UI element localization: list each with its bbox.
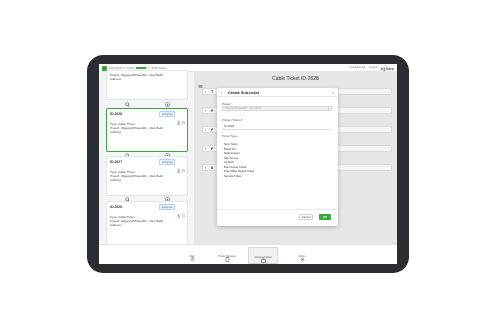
card-id: ID-2627 [110,160,123,164]
ticket-type-option[interactable]: Pole Make Ready Ticket [224,169,254,173]
ticket-card[interactable]: ID-2626 Assigned Type: Cable Ticket Proj… [106,201,188,246]
card-id: ID-2626 [110,205,123,209]
navigate-icon[interactable] [164,145,170,158]
primary-ticket-value: ID-2628 [224,124,234,128]
card-address: Address [110,77,122,81]
ticket-card-selected[interactable]: ID-2628 Assigned Type: Cable Ticket Proj… [106,108,188,158]
app-screen: 04/07/2025 07:27 AM BOM Tracker jsmith@e… [99,64,397,264]
project-value: Wigwam/Phase001 - New Build [225,107,262,110]
ticket-list: Project: Wigwam/Phase001 - New Build Add… [99,70,194,246]
create-subticket-dialog: ‹ Create Sub-ticket × Project Wigwam/Pha… [217,88,338,226]
more-icon[interactable] [181,160,186,173]
clipboard-icon [225,249,230,262]
project-select[interactable]: Wigwam/Phase001 - New Build ▾ [222,106,332,111]
user-icon[interactable] [176,205,181,218]
logout-link[interactable]: Logout [369,66,377,69]
status-badge: Assigned [159,204,175,210]
more-icon[interactable] [181,205,186,218]
more-icon[interactable] [181,112,186,125]
primary-ticket-label: Primary Ticket # [222,118,243,122]
nav-label: Ticket Manager [218,254,236,258]
nav-ticket-manager[interactable]: Ticket Manager [212,247,242,264]
dialog-header: ‹ Create Sub-ticket × [217,88,338,97]
nav-assigned-work[interactable]: Assigned Work [248,246,278,264]
divider [222,129,332,130]
ticket-card[interactable]: Project: Wigwam/Phase001 - New Build Add… [106,70,188,107]
dialog-footer-divider [217,209,338,210]
chevron-down-icon: ▾ [327,107,330,111]
view-icon[interactable] [124,189,130,202]
view-icon[interactable] [124,145,130,158]
nav-label: Assigned Work [254,255,272,259]
view-icon[interactable] [124,94,130,107]
ticket-type-option[interactable]: Service Ticket [224,174,241,178]
nav-admin[interactable]: Admin [287,247,317,264]
user-icon[interactable] [176,160,181,173]
navigate-icon[interactable] [164,94,170,107]
card-id: ID-2628 [110,112,123,116]
ticket-type-option[interactable]: As-Built [224,160,234,164]
sync-progress-bar [135,67,150,69]
user-icon[interactable] [176,112,181,125]
ticket-type-option[interactable]: Bore Route Ticket [224,165,246,169]
ticket-type-option[interactable]: Break Fix [224,147,236,151]
map-pin-icon [190,249,195,262]
bottom-navigation: Map Ticket Manager Assigned Work Admin [99,244,397,264]
user-email: jsmith@email [349,66,366,69]
card-address: Address [110,223,122,227]
back-arrow-icon[interactable]: ‹ [221,90,222,95]
brand-logo: IQGeo [380,65,394,71]
gear-icon [300,249,305,261]
status-badge: Assigned [159,111,175,117]
ticket-type-option[interactable]: New Ticket [224,142,238,146]
ticket-types-label: Ticket Types [222,134,238,138]
nav-map[interactable]: Map [177,247,207,264]
navigate-icon[interactable] [164,189,170,202]
ticket-type-option[interactable]: Maintenance [224,151,240,155]
status-badge: Assigned [159,159,175,165]
nav-label: Admin [298,254,306,258]
dialog-title: Create Sub-ticket [228,90,260,95]
ticket-type-option[interactable]: Site Survey [224,156,238,160]
briefcase-icon [260,250,266,263]
ticket-card[interactable]: ID-2627 Assigned Type: Cable Ticket Proj… [106,156,188,202]
card-address: Address [110,178,122,182]
card-address: Address [110,130,122,134]
nav-label: Map [189,254,195,258]
close-icon[interactable]: × [332,90,334,95]
ok-button[interactable]: OK [319,214,331,220]
cancel-button[interactable]: Cancel [299,214,313,220]
